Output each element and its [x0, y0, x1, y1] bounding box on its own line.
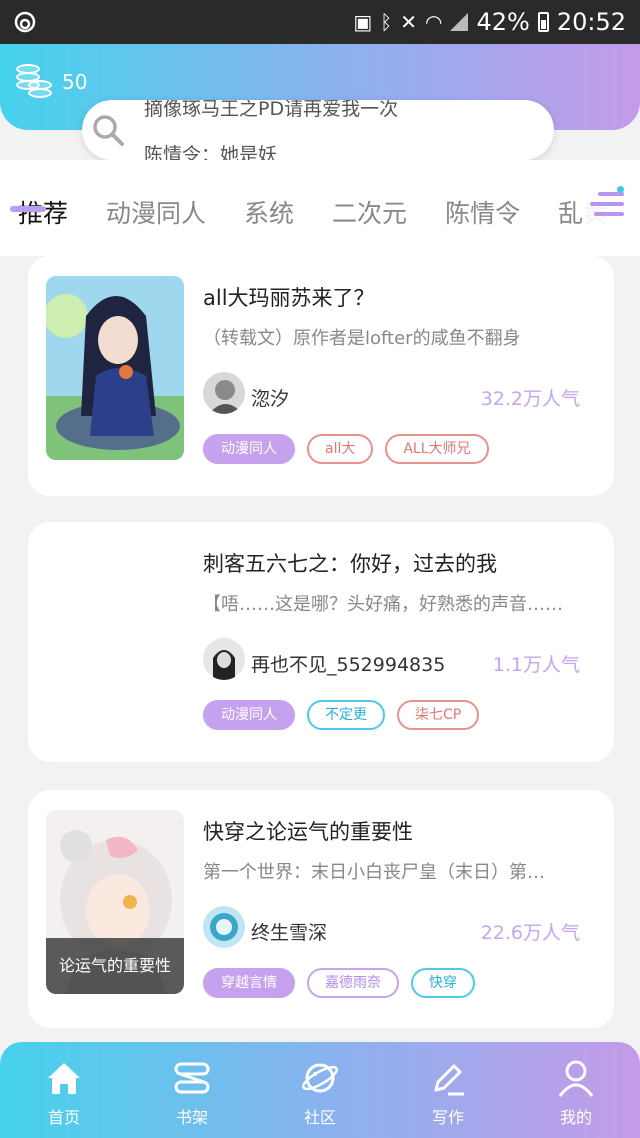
- tag-chip[interactable]: ALL大师兄: [385, 434, 489, 464]
- tag-chip[interactable]: all大: [307, 434, 374, 464]
- search-suggestion-current: 陈情令：她是妖: [144, 144, 278, 160]
- nav-write-label: 写作: [431, 1108, 464, 1127]
- story-card[interactable]: 论运气的重要性 快穿之论运气的重要性 第一个世界：末日小白丧尸皇（末日）第… 终…: [28, 790, 614, 1028]
- tab-system[interactable]: 系统: [244, 194, 294, 230]
- tab-anime-fanfic[interactable]: 动漫同人: [106, 194, 206, 230]
- search-suggestion-ticker: 摘像琢马王之PD请再爱我一次 陈情令：她是妖: [144, 100, 544, 160]
- cover-caption: 论运气的重要性: [46, 938, 184, 994]
- nav-community[interactable]: 社区: [256, 1042, 384, 1138]
- popularity-count: 32.2万人气: [480, 388, 580, 410]
- tag-chip[interactable]: 柒七CP: [397, 700, 480, 730]
- category-tabs-bar: 推荐 动漫同人 系统 二次元 陈情令 乱黄: [0, 160, 640, 256]
- avatar[interactable]: [203, 372, 245, 414]
- wifi-icon: ◠: [425, 10, 443, 34]
- planet-icon: [302, 1063, 338, 1093]
- bookshelf-icon: [174, 1062, 210, 1094]
- tab-recommend[interactable]: 推荐: [18, 194, 68, 230]
- story-tags: 动漫同人 不定更 柒七CP: [203, 700, 480, 730]
- clock: 20:52: [556, 8, 626, 36]
- author-name[interactable]: 再也不见_552994835: [251, 650, 445, 677]
- nav-profile-label: 我的: [559, 1108, 592, 1127]
- nav-community-label: 社区: [303, 1108, 336, 1127]
- battery-saver-icon: ▣: [353, 10, 373, 34]
- signal-icon: [450, 13, 469, 31]
- avatar[interactable]: [203, 638, 245, 680]
- story-title: all大玛丽苏来了？: [203, 286, 375, 310]
- tab-acg[interactable]: 二次元: [332, 194, 407, 230]
- story-title: 刺客五六七之：你好，过去的我: [203, 552, 497, 576]
- search-bar[interactable]: 摘像琢马王之PD请再爱我一次 陈情令：她是妖: [82, 100, 554, 160]
- story-cover-image: 论运气的重要性: [46, 810, 184, 994]
- tab-chenqingling[interactable]: 陈情令: [445, 194, 520, 230]
- active-tab-indicator: [10, 206, 46, 212]
- battery-percent: 42%: [476, 8, 530, 36]
- nav-bookshelf[interactable]: 书架: [128, 1042, 256, 1138]
- nav-bookshelf-label: 书架: [175, 1108, 208, 1127]
- author-name[interactable]: 淴汐: [251, 384, 289, 411]
- app-notification-icon: [14, 11, 36, 33]
- coin-balance[interactable]: 50: [16, 64, 87, 100]
- popularity-count: 1.1万人气: [492, 654, 580, 676]
- tag-chip[interactable]: 不定更: [307, 700, 385, 730]
- story-description: （转载文）原作者是lofter的咸鱼不翻身: [203, 328, 521, 349]
- tag-chip[interactable]: 快穿: [411, 968, 475, 998]
- nav-write[interactable]: 写作: [384, 1042, 512, 1138]
- story-description: 第一个世界：末日小白丧尸皇（末日）第…: [203, 862, 545, 883]
- nav-home-label: 首页: [47, 1108, 80, 1127]
- story-cover-image: [46, 276, 184, 460]
- nav-home[interactable]: 首页: [0, 1042, 128, 1138]
- user-icon: [558, 1060, 594, 1097]
- coins-icon: [16, 64, 54, 100]
- author-name[interactable]: 终生雪深: [251, 918, 327, 945]
- coin-count: 50: [62, 70, 88, 94]
- home-icon: [48, 1063, 80, 1094]
- tag-chip[interactable]: 嘉德雨奈: [307, 968, 399, 998]
- story-card[interactable]: 刺客五六七之：你好，过去的我 【唔……这是哪？头好痛，好熟悉的声音…… 再也不见…: [28, 522, 614, 762]
- bluetooth-icon: ᛒ: [380, 10, 393, 34]
- tag-chip[interactable]: 动漫同人: [203, 700, 295, 730]
- tab-menu-icon[interactable]: [584, 186, 624, 226]
- search-suggestion-prev: 摘像琢马王之PD请再爱我一次: [144, 100, 399, 120]
- nav-profile[interactable]: 我的: [512, 1042, 640, 1138]
- search-icon: [93, 115, 124, 146]
- pen-icon: [434, 1064, 464, 1096]
- status-bar: ▣ ᛒ ✕ ◠ 42% 20:52: [0, 0, 640, 44]
- popularity-count: 22.6万人气: [480, 922, 580, 944]
- mute-icon: ✕: [400, 10, 418, 34]
- category-tabs: 推荐 动漫同人 系统 二次元 陈情令 乱黄: [18, 194, 640, 230]
- battery-icon: [537, 12, 549, 32]
- avatar[interactable]: [203, 906, 245, 948]
- tag-chip[interactable]: 动漫同人: [203, 434, 295, 464]
- story-title: 快穿之论运气的重要性: [203, 820, 413, 844]
- story-description: 【唔……这是哪？头好痛，好熟悉的声音……: [203, 594, 563, 615]
- story-card[interactable]: all大玛丽苏来了？ （转载文）原作者是lofter的咸鱼不翻身 淴汐 32.2…: [28, 256, 614, 496]
- tag-chip[interactable]: 穿越言情: [203, 968, 295, 998]
- bottom-navigation: 首页 书架 社区 写作 我的: [0, 1042, 640, 1138]
- story-tags: 穿越言情 嘉德雨奈 快穿: [203, 968, 475, 998]
- story-tags: 动漫同人 all大 ALL大师兄: [203, 434, 489, 464]
